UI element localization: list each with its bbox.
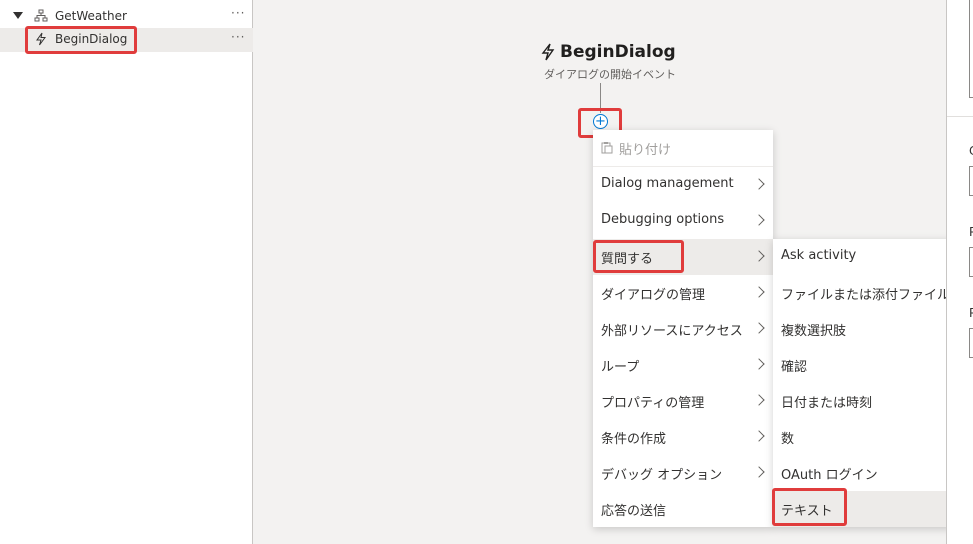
menu-item-debug-options[interactable]: デバッグ オプション	[593, 455, 773, 491]
menu-item-label: ダイアログの管理	[601, 288, 706, 303]
add-action-menu: 貼り付け Dialog management Debugging options…	[593, 130, 773, 527]
paste-icon	[601, 142, 613, 154]
highlight-box	[772, 488, 847, 526]
submenu-item-number[interactable]: 数	[773, 419, 953, 455]
menu-item-label: 条件の作成	[601, 432, 667, 447]
menu-item-dialog-management[interactable]: Dialog management	[593, 167, 773, 203]
chevron-right-icon	[753, 358, 765, 370]
menu-item-label: 複数選択肢	[781, 324, 847, 339]
more-options-icon[interactable]: ···	[231, 30, 245, 44]
menu-item-label: 確認	[781, 360, 808, 375]
menu-item-paste[interactable]: 貼り付け	[593, 130, 773, 166]
chevron-right-icon	[753, 322, 765, 334]
tree-item-label: GetWeather	[55, 9, 127, 23]
menu-item-label: 応答の送信	[601, 504, 667, 519]
properties-panel: C P P	[946, 0, 973, 544]
menu-item-manage-properties[interactable]: プロパティの管理	[593, 383, 773, 419]
chevron-right-icon	[753, 214, 765, 226]
lightning-icon	[541, 43, 555, 61]
chevron-right-icon	[753, 430, 765, 442]
trigger-node-title[interactable]: BeginDialog	[540, 42, 676, 62]
property-field[interactable]	[969, 247, 973, 277]
ask-question-submenu: Ask activity ファイルまたは添付ファイル 複数選択肢 確認 日付また…	[773, 239, 953, 527]
menu-item-label: 外部リソースにアクセス	[601, 324, 743, 339]
panel-divider	[947, 116, 973, 117]
property-editor-box[interactable]	[969, 0, 973, 98]
property-field[interactable]	[969, 328, 973, 358]
dialog-tree-icon	[34, 9, 48, 22]
menu-item-label: Debugging options	[601, 212, 725, 227]
menu-item-manage-dialog[interactable]: ダイアログの管理	[593, 275, 773, 311]
chevron-right-icon	[753, 250, 765, 262]
menu-item-send-response[interactable]: 応答の送信	[593, 491, 773, 527]
highlight-box	[25, 26, 137, 54]
tree-item-getweather[interactable]: GetWeather ···	[0, 4, 253, 28]
property-field[interactable]	[969, 166, 973, 196]
chevron-right-icon	[753, 394, 765, 406]
menu-item-label: 貼り付け	[619, 143, 672, 158]
submenu-item-ask-activity[interactable]: Ask activity	[773, 239, 953, 275]
menu-item-label: OAuth ログイン	[781, 468, 878, 483]
menu-item-create-condition[interactable]: 条件の作成	[593, 419, 773, 455]
expand-caret-icon[interactable]	[13, 12, 23, 19]
property-label: P	[969, 225, 973, 239]
property-label: P	[969, 306, 973, 320]
submenu-item-multiple-choice[interactable]: 複数選択肢	[773, 311, 953, 347]
submenu-item-date-time[interactable]: 日付または時刻	[773, 383, 953, 419]
menu-item-label: 数	[781, 432, 795, 447]
menu-item-label: Dialog management	[601, 176, 734, 191]
submenu-item-confirm[interactable]: 確認	[773, 347, 953, 383]
chevron-right-icon	[753, 286, 765, 298]
submenu-item-file-attachment[interactable]: ファイルまたは添付ファイル	[773, 275, 953, 311]
menu-item-label: デバッグ オプション	[601, 468, 723, 483]
menu-item-access-external-resources[interactable]: 外部リソースにアクセス	[593, 311, 773, 347]
node-subtitle: ダイアログの開始イベント	[544, 68, 676, 81]
menu-item-label: 日付または時刻	[781, 396, 873, 411]
menu-item-loop[interactable]: ループ	[593, 347, 773, 383]
chevron-right-icon	[753, 178, 765, 190]
dialog-tree-panel: GetWeather ··· BeginDialog ···	[0, 0, 253, 544]
node-title-text: BeginDialog	[560, 42, 676, 62]
more-options-icon[interactable]: ···	[231, 6, 245, 20]
menu-item-label: ファイルまたは添付ファイル	[781, 288, 951, 303]
property-label: C	[969, 144, 973, 158]
menu-item-label: プロパティの管理	[601, 396, 705, 411]
menu-item-label: Ask activity	[781, 248, 857, 263]
menu-item-debugging-options[interactable]: Debugging options	[593, 203, 773, 239]
highlight-box	[593, 240, 684, 273]
submenu-item-oauth-login[interactable]: OAuth ログイン	[773, 455, 953, 491]
chevron-right-icon	[753, 466, 765, 478]
menu-item-label: ループ	[601, 360, 640, 375]
